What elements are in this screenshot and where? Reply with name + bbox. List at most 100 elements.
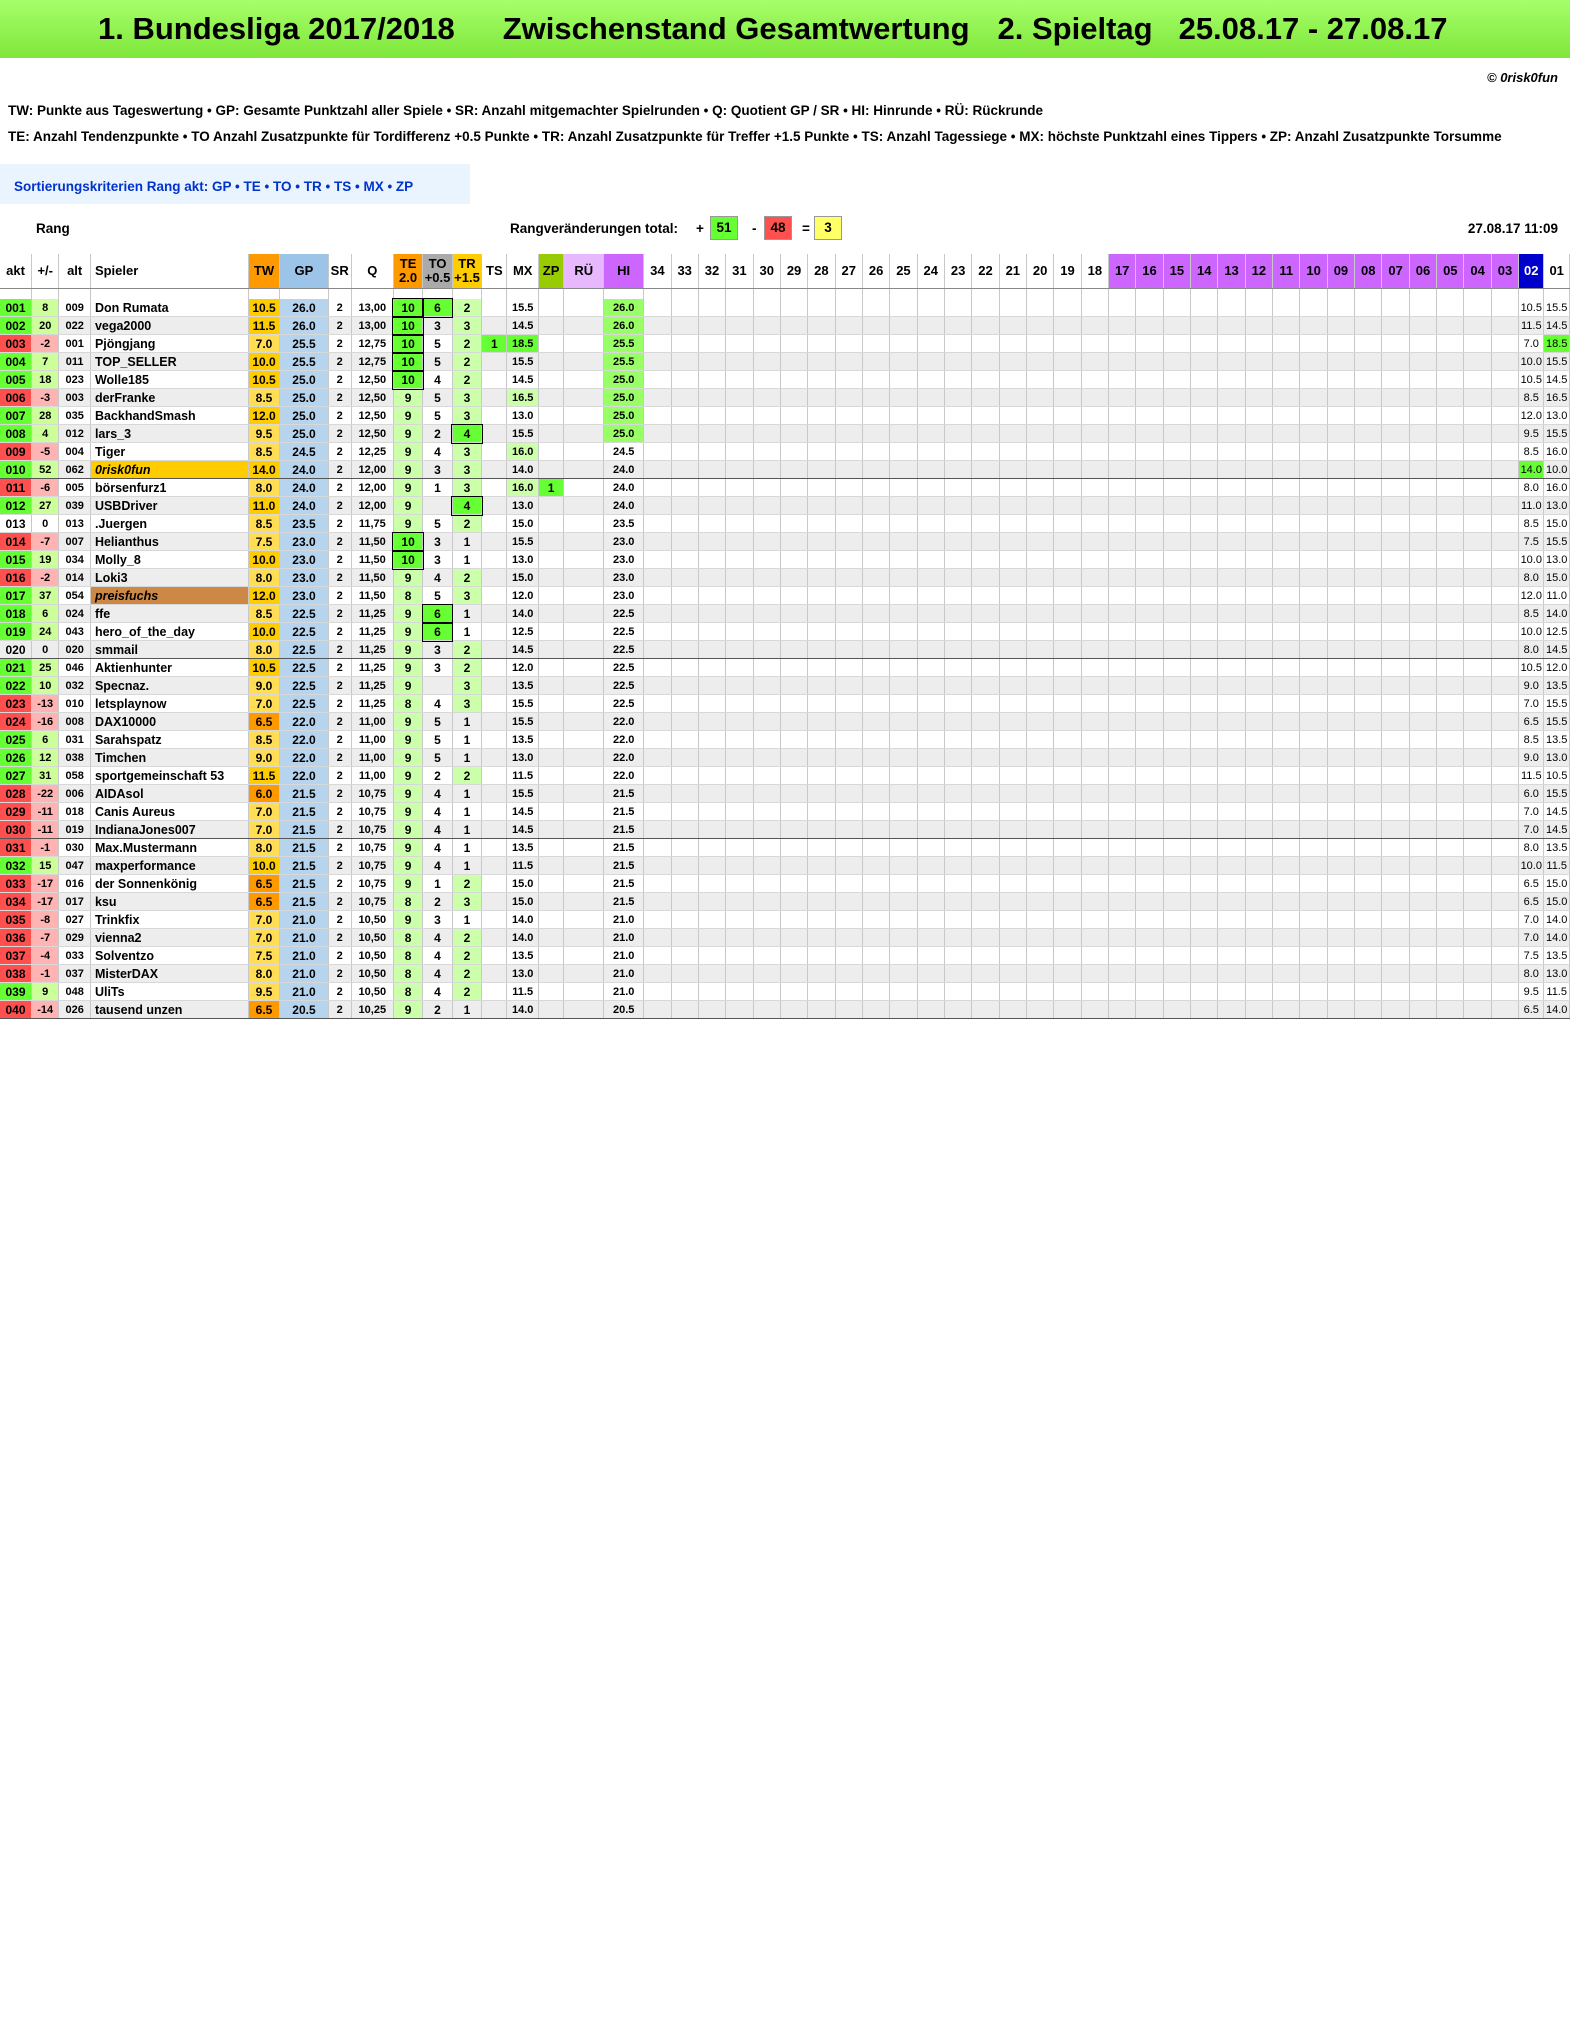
quotient: 10,25 (351, 1000, 394, 1019)
matchday-empty (1463, 388, 1492, 407)
rank-current: 029 (0, 802, 33, 821)
quotient: 11,25 (351, 676, 394, 695)
matchday-empty (753, 874, 781, 893)
matchday-empty (1081, 640, 1110, 659)
matchday-empty (1409, 838, 1438, 857)
matchday-empty (999, 586, 1027, 605)
ts-count (481, 299, 508, 317)
matchday-empty (1299, 406, 1328, 425)
matchday-empty (1245, 334, 1274, 353)
matchday-empty (1190, 478, 1219, 497)
rank-previous: 014 (58, 568, 91, 587)
matchday-empty (780, 748, 809, 767)
matchday-empty (944, 370, 973, 389)
matchday-empty (671, 712, 699, 731)
matchday-empty (753, 550, 781, 569)
rank-current: 015 (0, 550, 33, 569)
matchday-empty (1409, 568, 1438, 587)
tr-count: 1 (452, 550, 483, 569)
matchday-empty (1327, 748, 1356, 767)
matchday-empty (1354, 658, 1383, 677)
matchday-empty (671, 766, 699, 785)
table-row: 025 6 031 Sarahspatz 8.5 22.0 2 11,00 9 5 1 13.5 22.… (0, 730, 1570, 749)
quotient: 11,00 (351, 730, 394, 749)
rank-change: 6 (31, 604, 60, 623)
matchday-empty (1463, 712, 1492, 731)
sr-count: 2 (328, 568, 352, 587)
matchday-empty (1299, 982, 1328, 1001)
matchday-empty (1491, 838, 1520, 857)
matchday-empty (862, 514, 891, 533)
rue-points (563, 856, 605, 875)
matchday-empty (1381, 1000, 1410, 1019)
ts-count (481, 982, 508, 1001)
tw-points: 8.5 (248, 388, 281, 407)
matchday-empty (1053, 370, 1082, 389)
matchday-empty (1053, 784, 1082, 803)
matchday-empty (1354, 532, 1383, 551)
matchday-empty (1190, 892, 1219, 911)
te-count: 9 (393, 820, 424, 839)
rank-previous: 006 (58, 784, 91, 803)
tw-points: 7.0 (248, 928, 281, 947)
matchday-empty (862, 550, 891, 569)
matchday-empty (1053, 334, 1082, 353)
matchday-empty (725, 299, 754, 317)
rank-change: 52 (31, 460, 60, 479)
matchday-empty (753, 910, 781, 929)
matchday-empty (1135, 892, 1164, 911)
matchday-empty (780, 586, 809, 605)
matchday-empty (1354, 784, 1383, 803)
matchday-empty (1217, 352, 1246, 371)
te-count: 9 (393, 856, 424, 875)
quotient: 11,75 (351, 514, 394, 533)
te-count: 9 (393, 442, 424, 461)
rue-points (563, 388, 605, 407)
matchday-empty (1381, 406, 1410, 425)
matchday-empty (1463, 550, 1492, 569)
te-count: 9 (393, 766, 424, 785)
rank-current: 023 (0, 694, 33, 713)
matchday-empty (999, 676, 1027, 695)
mx-points: 15.0 (506, 568, 539, 587)
ts-count (481, 532, 508, 551)
rank-current: 032 (0, 856, 33, 875)
matchday-empty (862, 442, 891, 461)
matchday-02: 10.0 (1518, 550, 1545, 569)
mx-points: 15.0 (506, 874, 539, 893)
matchday-empty (889, 460, 918, 479)
matchday-empty (1053, 424, 1082, 443)
rank-change: -7 (31, 532, 60, 551)
matchday-empty (1163, 964, 1192, 983)
matchday-empty (1463, 460, 1492, 479)
matchday-empty (889, 856, 918, 875)
rank-change: -1 (31, 838, 60, 857)
zp-count (538, 676, 565, 695)
matchday-empty (1272, 910, 1301, 929)
matchday-empty (1135, 658, 1164, 677)
matchday-empty (1190, 622, 1219, 641)
matchday-empty (1327, 802, 1356, 821)
matchday-empty (1299, 784, 1328, 803)
zp-count (538, 892, 565, 911)
column-header: +/- (31, 254, 60, 289)
matchday-empty (1272, 388, 1301, 407)
quotient: 12,50 (351, 388, 394, 407)
matchday-empty (1217, 658, 1246, 677)
matchday-empty (671, 568, 699, 587)
matchday-empty (807, 730, 836, 749)
matchday-empty (1299, 496, 1328, 515)
rank-current: 017 (0, 586, 33, 605)
matchday-empty (1491, 640, 1520, 659)
matchday-empty (780, 964, 809, 983)
matchday-empty (944, 892, 973, 911)
matchday-empty (807, 802, 836, 821)
tw-points: 8.5 (248, 730, 281, 749)
tr-count: 2 (452, 982, 483, 1001)
matchday-empty (1327, 1000, 1356, 1019)
matchday-empty (1190, 964, 1219, 983)
matchday-02: 8.5 (1518, 604, 1545, 623)
matchday-empty (753, 766, 781, 785)
matchday-empty (1436, 658, 1465, 677)
rank-previous: 033 (58, 946, 91, 965)
